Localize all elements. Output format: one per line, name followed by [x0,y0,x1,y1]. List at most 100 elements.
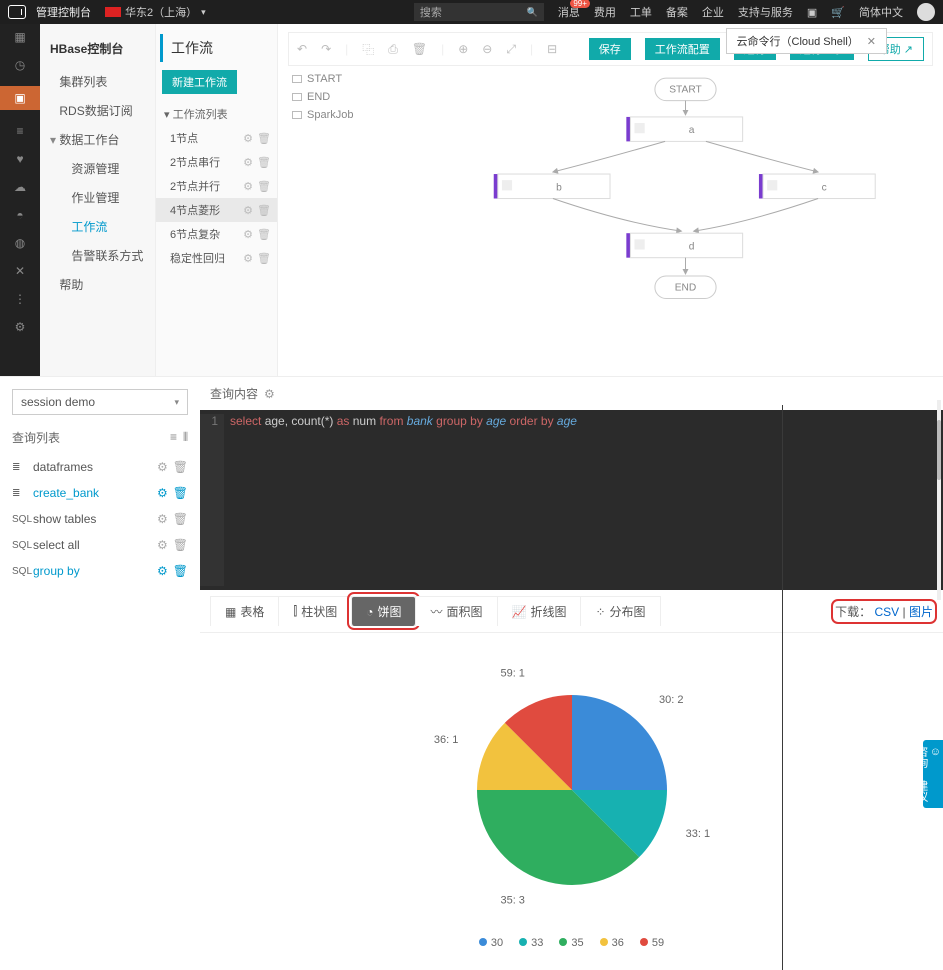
trash-icon[interactable]: 🗑 [257,156,271,169]
rail-stack-icon[interactable]: ≡ [13,124,27,138]
palette-start[interactable]: START [288,70,408,88]
workflow-row[interactable]: 4节点菱形⚙🗑 [156,198,277,222]
nav-enterprise[interactable]: 企业 [702,4,724,20]
undo-icon[interactable]: ↶ [297,42,307,56]
session-dropdown[interactable]: session demo [12,389,188,415]
trash-icon[interactable]: 🗑 [173,564,188,578]
trash-icon[interactable]: 🗑 [257,204,271,217]
zoom-in-icon[interactable]: ⊕ [458,42,468,56]
trash-icon[interactable]: 🗑 [173,460,188,474]
gear-icon[interactable]: ⚙ [157,512,168,526]
rail-disk-icon[interactable]: ◓ [13,208,27,222]
redo-icon[interactable]: ↷ [321,42,331,56]
pie-slice[interactable] [572,695,667,790]
fit-icon[interactable]: ⤢ [506,42,516,57]
sidebar-item-help[interactable]: 帮助 [40,270,155,299]
gear-icon[interactable]: ⚙ [264,387,275,401]
legend-item[interactable]: 33 [519,937,543,949]
gear-icon[interactable]: ⚙ [243,204,253,217]
trash-icon[interactable]: 🗑 [257,228,271,241]
sidebar-item-alert[interactable]: 告警联系方式 [40,241,155,270]
query-item[interactable]: SQLshow tables⚙🗑 [12,506,188,532]
palette-sparkjob[interactable]: SparkJob [288,106,408,124]
cart-icon[interactable]: 🛒 [831,6,845,19]
rail-gear-icon[interactable]: ⚙ [13,320,27,334]
tab-scatter[interactable]: ⁘ 分布图 [580,596,660,626]
rail-globe-icon[interactable]: ◍ [13,236,27,250]
trash-icon[interactable]: 🗑 [173,538,188,552]
query-item[interactable]: ≣dataframes⚙🗑 [12,454,188,480]
sidebar-item-workflow[interactable]: 工作流 [40,212,155,241]
flow-canvas[interactable]: START a b c [428,70,943,376]
settings-icon[interactable]: ⫴ [183,430,188,445]
workflow-row[interactable]: 稳定性回归⚙🗑 [156,246,277,270]
query-item[interactable]: SQLgroup by⚙🗑 [12,558,188,584]
nav-messages[interactable]: 消息 99+ [558,4,580,20]
trash-icon[interactable]: 🗑 [173,512,188,526]
save-button[interactable]: 保存 [589,38,631,60]
lang-selector[interactable]: 简体中文 [859,4,903,20]
trash-icon[interactable]: 🗑 [257,132,271,145]
copy-icon[interactable]: ⿻ [362,41,374,58]
sidebar-item-job[interactable]: 作业管理 [40,183,155,212]
workflow-list-head[interactable]: 工作流列表 [156,102,277,126]
legend-item[interactable]: 30 [479,937,503,949]
workflow-row[interactable]: 1节点⚙🗑 [156,126,277,150]
trash-icon[interactable]: 🗑 [257,252,271,265]
sql-editor[interactable]: 1 select age, count(*) as num from bank … [200,410,943,590]
query-item[interactable]: SQLselect all⚙🗑 [12,532,188,558]
rail-search-icon[interactable]: ◷ [13,58,27,72]
new-workflow-button[interactable]: 新建工作流 [162,70,237,94]
download-image-link[interactable]: 图片 [909,605,933,619]
trash-icon[interactable]: 🗑 [173,486,188,500]
rail-cross-icon[interactable]: ✕ [13,264,27,278]
sidebar-item-resource[interactable]: 资源管理 [40,154,155,183]
legend-item[interactable]: 35 [559,937,583,949]
tab-area[interactable]: 〰 面积图 [415,596,497,626]
gear-icon[interactable]: ⚙ [243,228,253,241]
nav-ticket[interactable]: 工单 [630,4,652,20]
delete-icon[interactable]: 🗑 [412,42,427,56]
scrollbar[interactable] [937,400,941,600]
rail-db-icon[interactable]: ▣ [0,86,40,110]
tab-table[interactable]: ▦ 表格 [210,596,279,626]
search-input[interactable]: 搜索 [414,3,544,21]
paste-icon[interactable]: ⎙ [388,42,398,57]
query-item[interactable]: ≣create_bank⚙🗑 [12,480,188,506]
nav-icp[interactable]: 备案 [666,4,688,20]
rail-cloud-icon[interactable]: ☁ [13,180,27,194]
workflow-row[interactable]: 2节点并行⚙🗑 [156,174,277,198]
rail-nodes-icon[interactable]: ⋮ [13,292,27,306]
workflow-row[interactable]: 6节点复杂⚙🗑 [156,222,277,246]
zoom-out-icon[interactable]: ⊖ [482,42,492,56]
region-selector[interactable]: 华东2（上海） [105,4,206,20]
rail-heart-icon[interactable]: ♥ [13,152,27,166]
sidebar-item-workbench[interactable]: 数据工作台 [40,125,155,154]
gear-icon[interactable]: ⚙ [243,132,253,145]
workflow-row[interactable]: 2节点串行⚙🗑 [156,150,277,174]
palette-end[interactable]: END [288,88,408,106]
gear-icon[interactable]: ⚙ [157,564,168,578]
logo-icon[interactable] [8,5,26,19]
console-title[interactable]: 管理控制台 [36,4,91,20]
legend-item[interactable]: 59 [640,937,664,949]
sidebar-item-clusters[interactable]: 集群列表 [40,67,155,96]
gear-icon[interactable]: ⚙ [243,180,253,193]
layout-icon[interactable]: ⊟ [547,42,557,56]
config-button[interactable]: 工作流配置 [645,38,720,60]
sidebar-item-rds[interactable]: RDS数据订阅 [40,96,155,125]
gear-icon[interactable]: ⚙ [157,538,168,552]
close-icon[interactable]: ✕ [867,35,876,48]
gear-icon[interactable]: ⚙ [243,156,253,169]
legend-item[interactable]: 36 [600,937,624,949]
tab-pie[interactable]: ◔ 饼图 [351,596,416,626]
gear-icon[interactable]: ⚙ [243,252,253,265]
avatar[interactable] [917,3,935,21]
tab-bar[interactable]: ⫿ 柱状图 [278,596,352,626]
gear-icon[interactable]: ⚙ [157,460,168,474]
nav-billing[interactable]: 费用 [594,4,616,20]
tab-line[interactable]: 📈 折线图 [497,596,582,626]
cloudshell-icon[interactable]: ▣ [807,6,817,19]
download-csv-link[interactable]: CSV [875,605,900,619]
gear-icon[interactable]: ⚙ [157,486,168,500]
